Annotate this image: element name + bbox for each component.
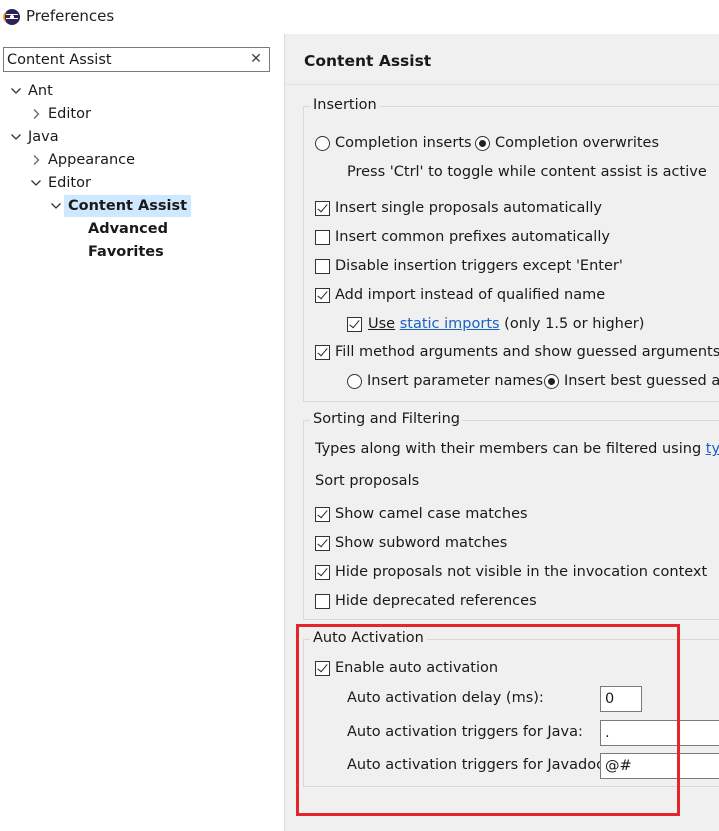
checkbox-label: Fill method arguments and show guessed a…	[335, 344, 719, 360]
checkbox-label: Hide proposals not visible in the invoca…	[335, 564, 708, 580]
radio-button[interactable]	[347, 374, 362, 389]
checkbox[interactable]	[315, 536, 330, 551]
radio-label: Completion inserts	[335, 135, 472, 151]
insert-common-prefixes-checkbox[interactable]: Insert common prefixes automatically	[315, 226, 695, 248]
radio-label: Completion overwrites	[495, 135, 660, 151]
hide-not-visible-checkbox[interactable]: Hide proposals not visible in the invoca…	[315, 561, 719, 583]
disable-insertion-triggers-checkbox[interactable]: Disable insertion triggers except 'Enter…	[315, 255, 695, 277]
radio-button[interactable]	[315, 136, 330, 151]
tree-item-java-editor[interactable]: Editor	[30, 172, 150, 194]
tree-item-label: Editor	[48, 175, 91, 191]
completion-overwrites-radio[interactable]: Completion overwrites	[475, 132, 719, 154]
insert-single-proposals-checkbox[interactable]: Insert single proposals automatically	[315, 197, 695, 219]
radio-label: Insert best guessed arguments	[564, 373, 719, 389]
tree-item-label: Favorites	[88, 244, 164, 260]
radio-button[interactable]	[475, 136, 490, 151]
checkbox[interactable]	[315, 259, 330, 274]
checkbox-label: Show camel case matches	[335, 506, 528, 522]
triggers-java-field[interactable]	[600, 720, 719, 746]
show-subword-checkbox[interactable]: Show subword matches	[315, 532, 695, 554]
auto-activation-group-label: Auto Activation	[310, 630, 427, 646]
checkbox[interactable]	[315, 661, 330, 676]
type-filters-link[interactable]: type filters	[706, 441, 719, 457]
chevron-right-icon[interactable]	[30, 149, 42, 171]
type-filters-description: Types along with their members can be fi…	[315, 441, 702, 457]
hide-deprecated-checkbox[interactable]: Hide deprecated references	[315, 590, 695, 612]
checkbox[interactable]	[347, 317, 362, 332]
tree-item-label: Java	[28, 129, 59, 145]
checkbox[interactable]	[315, 201, 330, 216]
show-camel-case-checkbox[interactable]: Show camel case matches	[315, 503, 695, 525]
title-bar: Preferences	[0, 0, 719, 34]
triggers-java-label: Auto activation triggers for Java:	[347, 724, 583, 740]
eclipse-icon	[3, 9, 20, 25]
window-title: Preferences	[26, 7, 115, 25]
radio-label: Insert parameter names	[367, 373, 544, 389]
type-filters-text: Types along with their members can be fi…	[315, 438, 719, 460]
tree-item-label: Editor	[48, 106, 91, 122]
tree-item-favorites[interactable]: Favorites	[88, 241, 208, 263]
tree-item-appearance[interactable]: Appearance	[30, 149, 170, 171]
tree-item-content-assist[interactable]: Content Assist	[50, 195, 192, 217]
enable-auto-activation-checkbox[interactable]: Enable auto activation	[315, 657, 695, 679]
tree-item-label: Advanced	[88, 221, 168, 237]
completion-inserts-radio[interactable]: Completion inserts	[315, 132, 485, 154]
add-import-checkbox[interactable]: Add import instead of qualified name	[315, 284, 695, 306]
tree-item-java[interactable]: Java	[10, 126, 130, 148]
tree-item-advanced[interactable]: Advanced	[88, 218, 208, 240]
sort-proposals-label: Sort proposals	[315, 473, 420, 489]
insert-parameter-names-radio[interactable]: Insert parameter names	[347, 370, 543, 392]
checkbox-label: Hide deprecated references	[335, 593, 537, 609]
chevron-right-icon[interactable]	[30, 103, 42, 125]
page-title: Content Assist	[304, 52, 432, 70]
toggle-hint-text: Press 'Ctrl' to toggle while content ass…	[347, 164, 707, 180]
checkbox[interactable]	[315, 594, 330, 609]
use-static-imports-label: Use static imports (only 1.5 or higher)	[368, 313, 644, 335]
checkbox-label: Show subword matches	[335, 535, 508, 551]
chevron-down-icon[interactable]	[50, 195, 62, 217]
checkbox[interactable]	[315, 345, 330, 360]
clear-filter-icon[interactable]: ✕	[249, 50, 263, 68]
preferences-tree-pane: ✕ Ant Editor Java Appearance Editor Cont…	[0, 34, 284, 831]
tree-item-label: Ant	[28, 83, 53, 99]
tree-item-ant[interactable]: Ant	[10, 80, 130, 102]
checkbox-label: Add import instead of qualified name	[335, 287, 606, 303]
auto-activation-delay-input[interactable]	[605, 690, 645, 708]
checkbox-label: Disable insertion triggers except 'Enter…	[335, 258, 623, 274]
use-suffix-label: (only 1.5 or higher)	[504, 316, 645, 332]
checkbox-label: Insert common prefixes automatically	[335, 229, 610, 245]
triggers-javadoc-input[interactable]	[605, 757, 719, 775]
chevron-down-icon[interactable]	[10, 126, 22, 148]
filter-input[interactable]	[7, 50, 245, 69]
tree-item-label: Appearance	[48, 152, 136, 168]
checkbox[interactable]	[315, 565, 330, 580]
chevron-down-icon[interactable]	[30, 172, 42, 194]
use-static-imports-checkbox[interactable]: Use static imports (only 1.5 or higher)	[347, 313, 687, 335]
checkbox[interactable]	[315, 507, 330, 522]
checkbox[interactable]	[315, 288, 330, 303]
fill-method-arguments-checkbox[interactable]: Fill method arguments and show guessed a…	[315, 341, 719, 363]
triggers-java-input[interactable]	[605, 724, 719, 742]
chevron-down-icon[interactable]	[10, 80, 22, 102]
triggers-javadoc-label: Auto activation triggers for Javadoc:	[347, 757, 609, 773]
static-imports-link[interactable]: static imports	[400, 316, 500, 332]
checkbox[interactable]	[315, 230, 330, 245]
tree-item-ant-editor[interactable]: Editor	[30, 103, 150, 125]
radio-button[interactable]	[544, 374, 559, 389]
triggers-javadoc-field[interactable]	[600, 753, 719, 779]
insert-best-guessed-radio[interactable]: Insert best guessed arguments	[544, 370, 719, 392]
filter-field[interactable]: ✕	[3, 47, 270, 72]
sorting-group-label: Sorting and Filtering	[310, 411, 463, 427]
content-assist-page: Content Assist Insertion Completion inse…	[285, 34, 719, 831]
auto-activation-delay-label: Auto activation delay (ms):	[347, 690, 544, 706]
title-divider	[285, 84, 719, 85]
tree-item-label: Content Assist	[64, 195, 192, 217]
checkbox-label: Enable auto activation	[335, 660, 499, 676]
insertion-group-label: Insertion	[310, 97, 380, 113]
checkbox-label: Insert single proposals automatically	[335, 200, 603, 216]
use-label: Use	[368, 316, 396, 332]
auto-activation-delay-field[interactable]	[600, 686, 645, 712]
